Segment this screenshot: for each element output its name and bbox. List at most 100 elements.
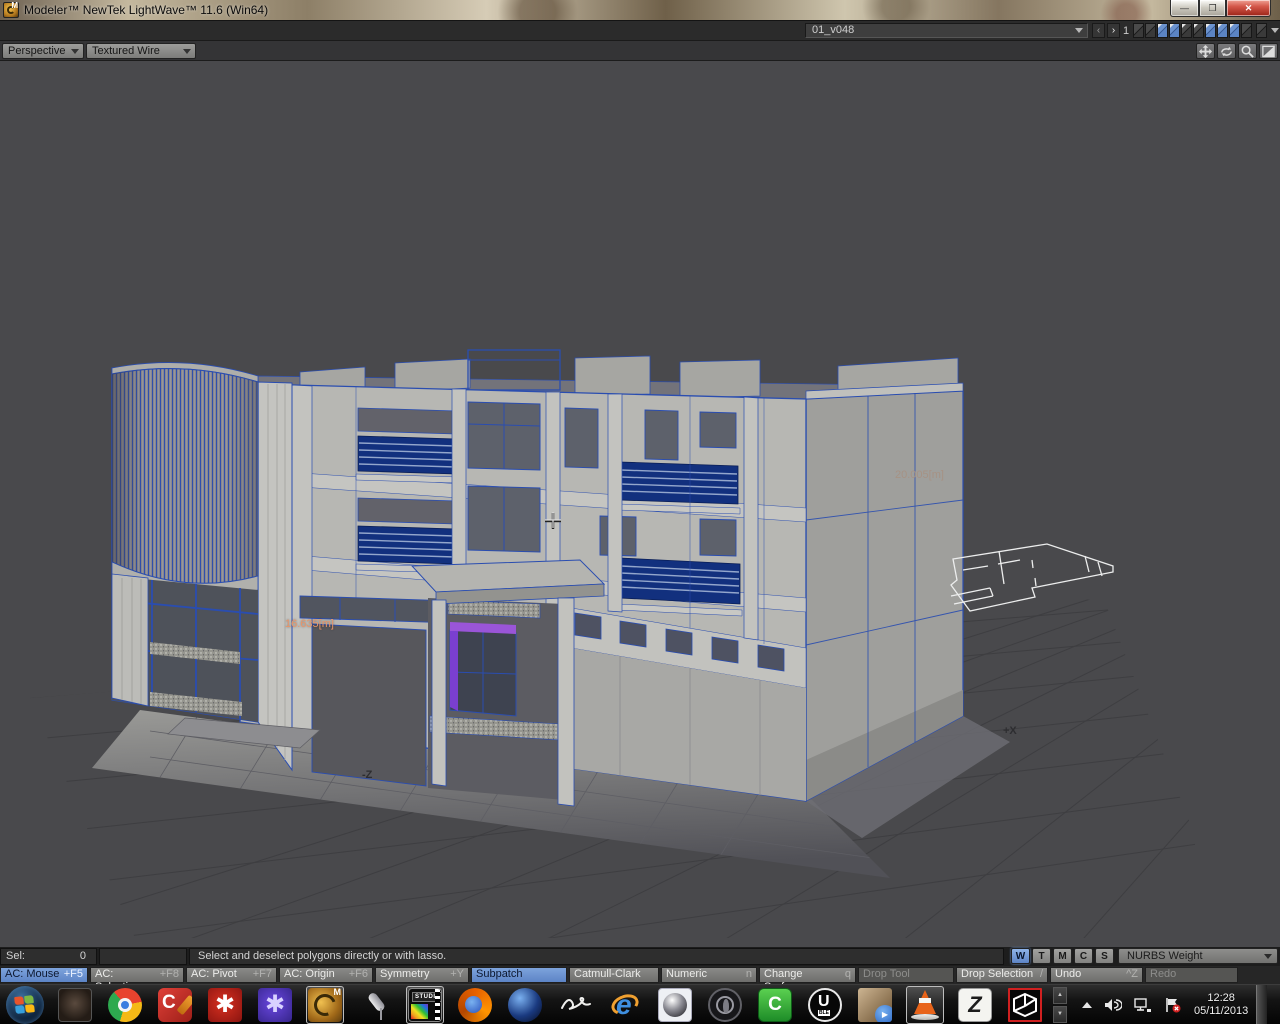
taskbar-scroll[interactable]: ▲▼ — [1053, 987, 1067, 1023]
taskbar-item-ccleaner[interactable]: C — [150, 985, 200, 1024]
layer-button-9[interactable] — [1229, 23, 1240, 38]
taskbar-item-lightwave-layout[interactable]: ✱ — [200, 985, 250, 1024]
render-mode-dropdown[interactable]: Textured Wire — [86, 43, 196, 59]
ccleaner-icon: C — [158, 988, 192, 1022]
ac-pivot-button[interactable]: AC: Pivot+F7 — [186, 967, 277, 983]
magnifier-icon — [1240, 44, 1255, 59]
show-desktop-button[interactable] — [1256, 985, 1267, 1024]
next-object-button[interactable]: › — [1107, 23, 1120, 38]
ac-mouse-button[interactable]: AC: Mouse+F5 — [0, 967, 88, 983]
symmetry-button[interactable]: Symmetry+Y — [375, 967, 469, 983]
undo-button[interactable]: Undo^Z — [1050, 967, 1143, 983]
zbrush-icon: Z — [958, 988, 992, 1022]
action-center-flag-icon[interactable] — [1164, 997, 1182, 1013]
ac-origin-button[interactable]: AC: Origin+F6 — [279, 967, 373, 983]
layer-button-4[interactable] — [1169, 23, 1180, 38]
modeler-window: M Modeler™ NewTek LightWave™ 11.6 (Win64… — [0, 0, 1280, 1024]
taskbar-item-chrome[interactable] — [100, 985, 150, 1024]
drop-selection-button[interactable]: Drop Selection/ — [956, 967, 1048, 983]
scroll-up-icon: ▲ — [1053, 987, 1067, 1004]
layer-button-7[interactable] — [1205, 23, 1216, 38]
taskbar-item-media-player[interactable]: ▶ — [850, 985, 900, 1024]
restore-button[interactable]: ❐ — [1199, 0, 1226, 17]
taskbar-item-game[interactable] — [50, 985, 100, 1024]
taskbar-item-ring[interactable] — [700, 985, 750, 1024]
prev-object-button[interactable]: ‹ — [1092, 23, 1105, 38]
scene-3d-building — [0, 61, 1280, 947]
vmap-mode-morph[interactable]: M — [1053, 948, 1072, 964]
layer-bank-dropdown-icon[interactable] — [1271, 28, 1279, 33]
vmap-mode-color[interactable]: C — [1074, 948, 1093, 964]
measurement-left: 16.635[m] — [285, 618, 334, 630]
network-icon[interactable] — [1134, 997, 1152, 1013]
numeric-button[interactable]: Numericn — [661, 967, 757, 983]
layer-bank-extra-button[interactable] — [1256, 23, 1267, 38]
scroll-down-icon: ▼ — [1053, 1006, 1067, 1023]
vmap-mode-texture[interactable]: T — [1032, 948, 1051, 964]
rotate-view-button[interactable] — [1217, 43, 1236, 59]
taskbar-item-signature[interactable] — [550, 985, 600, 1024]
change-surface-button[interactable]: Change Surfaceq — [759, 967, 856, 983]
taskbar-item-vlc[interactable] — [900, 985, 950, 1024]
layer-button-10[interactable] — [1241, 23, 1252, 38]
lightwave-purple-icon: ✱ — [258, 988, 292, 1022]
cube-icon — [1008, 988, 1042, 1022]
drop-tool-button[interactable]: Drop Tool — [858, 967, 954, 983]
internet-explorer-icon: e — [608, 988, 642, 1022]
vlc-icon — [908, 988, 942, 1022]
start-button[interactable] — [0, 985, 50, 1024]
redo-button[interactable]: Redo — [1145, 967, 1238, 983]
axis-label-x: +X — [1003, 725, 1017, 737]
layer-button-3[interactable] — [1157, 23, 1168, 38]
pinnacle-studio-icon: STUDIO — [408, 988, 442, 1022]
taskbar-clock[interactable]: 12:28 05/11/2013 — [1194, 992, 1248, 1018]
title-bar[interactable]: M Modeler™ NewTek LightWave™ 11.6 (Win64… — [0, 0, 1280, 21]
chevron-down-icon — [1075, 28, 1083, 33]
modeler-icon: M — [308, 988, 342, 1022]
microphone-icon — [358, 988, 392, 1022]
taskbar-item-media-orb[interactable] — [500, 985, 550, 1024]
close-button[interactable]: ✕ — [1226, 0, 1271, 17]
zoom-view-button[interactable] — [1238, 43, 1257, 59]
layer-button-5[interactable] — [1181, 23, 1192, 38]
taskbar-item-lightwave-alt[interactable]: ✱ — [250, 985, 300, 1024]
taskbar-item-zbrush[interactable]: Z — [950, 985, 1000, 1024]
taskbar-item-utorrent[interactable]: C — [750, 985, 800, 1024]
clock-time: 12:28 — [1194, 992, 1248, 1005]
viewport-toggle-icon — [1261, 44, 1276, 59]
perspective-viewport[interactable]: 16.635[m] 20.005[m] +X -Z — [0, 61, 1280, 947]
minimize-button[interactable]: — — [1170, 0, 1199, 17]
taskbar-item-lightwave-modeler[interactable]: M — [300, 985, 350, 1024]
show-hidden-icons-button[interactable] — [1082, 1002, 1092, 1008]
measurement-right: 20.005[m] — [895, 469, 944, 481]
volume-icon[interactable] — [1104, 997, 1122, 1013]
layer-button-6[interactable] — [1193, 23, 1204, 38]
taskbar-item-studio[interactable]: STUDIO — [400, 985, 450, 1024]
ring-icon — [708, 988, 742, 1022]
vmap-mode-selection[interactable]: S — [1095, 948, 1114, 964]
layer-button-8[interactable] — [1217, 23, 1228, 38]
chevron-down-icon — [71, 49, 79, 54]
maximize-viewport-button[interactable] — [1259, 43, 1278, 59]
catmull-clark-button[interactable]: Catmull-Clark — [569, 967, 659, 983]
clock-date: 05/11/2013 — [1194, 1005, 1248, 1018]
game-icon — [58, 988, 92, 1022]
vmap-selector[interactable]: NURBS Weight — [1118, 948, 1278, 964]
object-selector[interactable]: 01_v048 — [805, 23, 1088, 38]
taskbar-item-ble[interactable]: UBLE — [800, 985, 850, 1024]
taskbar-item-sphere[interactable] — [650, 985, 700, 1024]
taskbar-item-microphone[interactable] — [350, 985, 400, 1024]
subpatch-button[interactable]: Subpatch — [471, 967, 567, 983]
layer-button-1[interactable] — [1133, 23, 1144, 38]
taskbar-item-3d-coat[interactable] — [1000, 985, 1050, 1024]
chevron-down-icon — [1264, 954, 1272, 959]
media-orb-icon — [508, 988, 542, 1022]
taskbar-item-internet-explorer[interactable]: e — [600, 985, 650, 1024]
taskbar-item-firefox[interactable] — [450, 985, 500, 1024]
windows-taskbar: C ✱ ✱ M STUDIO e C UBLE ▶ Z ▲▼ — [0, 984, 1280, 1024]
view-type-dropdown[interactable]: Perspective — [2, 43, 84, 59]
ac-selection-button[interactable]: AC: Selection+F8 — [90, 967, 184, 983]
vmap-mode-weight[interactable]: W — [1011, 948, 1030, 964]
layer-button-2[interactable] — [1145, 23, 1156, 38]
pan-view-button[interactable] — [1196, 43, 1215, 59]
